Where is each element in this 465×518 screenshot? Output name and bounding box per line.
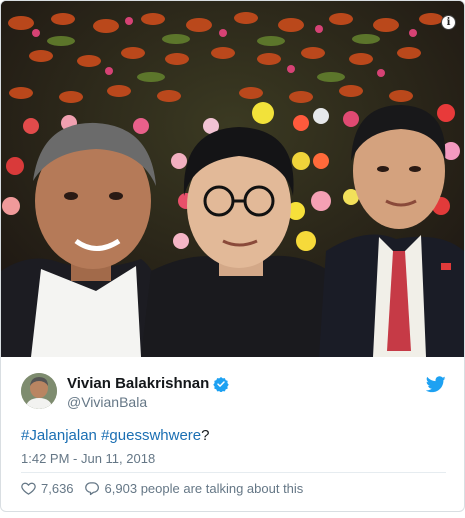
tweet-actions: 7,636 6,903 people are talking about thi…: [21, 479, 303, 497]
tweet-embed-card: i Vivian Balakrishnan @VivianBala #Jalan…: [0, 0, 465, 512]
tweet-header: Vivian Balakrishnan @VivianBala: [21, 373, 446, 413]
author-display-name[interactable]: Vivian Balakrishnan: [67, 375, 209, 392]
selfie-photo-illustration: [1, 1, 464, 357]
twitter-bird-icon[interactable]: [426, 376, 446, 393]
tweet-photo[interactable]: i: [1, 1, 464, 357]
hashtag-link-guesswhwere[interactable]: #guesswhwere: [101, 427, 201, 444]
author-name-row: Vivian Balakrishnan: [67, 375, 230, 392]
author-handle[interactable]: @VivianBala: [67, 394, 147, 410]
hashtag-link-jalanjalan[interactable]: #Jalanjalan: [21, 427, 97, 444]
avatar-image: [21, 373, 57, 409]
divider: [21, 472, 446, 473]
info-icon[interactable]: i: [441, 15, 456, 30]
like-count[interactable]: 7,636: [41, 481, 74, 496]
reply-bubble-icon[interactable]: [84, 481, 100, 496]
tweet-timestamp[interactable]: 1:42 PM - Jun 11, 2018: [21, 451, 155, 466]
heart-icon[interactable]: [21, 481, 36, 496]
talking-about-link[interactable]: 6,903 people are talking about this: [105, 481, 304, 496]
verified-badge-icon: [213, 376, 230, 392]
tweet-text-suffix: ?: [201, 427, 210, 444]
avatar[interactable]: [21, 373, 57, 409]
tweet-text: #Jalanjalan #guesswhwere?: [21, 427, 209, 444]
